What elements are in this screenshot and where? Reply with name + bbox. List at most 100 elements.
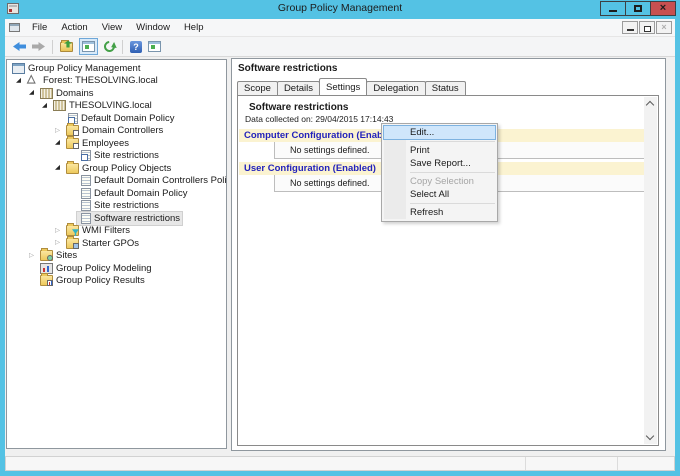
expand-arrow-icon[interactable]: ◢ bbox=[51, 137, 64, 149]
toolbar-separator bbox=[122, 39, 123, 54]
context-menu-item-edit[interactable]: Edit... bbox=[383, 125, 496, 140]
console-tree-icon bbox=[82, 41, 95, 52]
mdi-restore-icon bbox=[643, 23, 653, 32]
tree-item-default-domain-policy[interactable]: Default Domain Policy bbox=[7, 187, 226, 200]
new-window-button[interactable] bbox=[148, 41, 161, 52]
tree-item-site-restrictions[interactable]: Site restrictions bbox=[7, 200, 226, 213]
ou-icon bbox=[66, 135, 79, 149]
collapse-arrow-icon[interactable]: ▷ bbox=[25, 250, 38, 262]
refresh-icon bbox=[101, 38, 118, 55]
tree-item-group-policy-modeling[interactable]: Group Policy Modeling bbox=[7, 262, 226, 275]
mdi-restore-button[interactable] bbox=[639, 21, 655, 34]
context-menu-item-copy-selection: Copy Selection bbox=[410, 176, 474, 187]
tree-item-sites[interactable]: ▷ Sites bbox=[7, 248, 226, 263]
expand-arrow-icon[interactable]: ◢ bbox=[51, 162, 64, 174]
pane-title: Software restrictions bbox=[238, 63, 338, 74]
tree-item-group-policy-management[interactable]: Group Policy Management bbox=[7, 62, 226, 75]
gpo-icon bbox=[81, 187, 91, 199]
window-title: Group Policy Management bbox=[277, 2, 403, 14]
context-menu: Edit... Print Save Report... Copy Select… bbox=[381, 123, 498, 222]
scroll-down-icon[interactable] bbox=[645, 431, 655, 441]
domain-icon bbox=[53, 100, 66, 112]
new-window-icon bbox=[148, 41, 161, 52]
sites-icon bbox=[40, 248, 53, 262]
context-menu-item-save-report[interactable]: Save Report... bbox=[384, 157, 495, 170]
tab-details[interactable]: Details bbox=[276, 81, 320, 95]
context-menu-item-refresh[interactable]: Refresh bbox=[384, 206, 495, 219]
tree-item-group-policy-results[interactable]: Group Policy Results bbox=[7, 273, 226, 288]
expand-arrow-icon[interactable]: ◢ bbox=[38, 100, 51, 112]
collapse-arrow-icon[interactable]: ▷ bbox=[51, 125, 64, 137]
console-icon bbox=[9, 23, 20, 32]
expand-arrow-icon[interactable]: ◢ bbox=[12, 75, 25, 87]
close-button[interactable]: × bbox=[650, 1, 676, 16]
gpo-icon bbox=[81, 200, 91, 212]
help-button[interactable]: ? bbox=[130, 40, 142, 53]
tree-item-wmi-filters[interactable]: ▷ WMI Filters bbox=[7, 223, 226, 238]
help-icon: ? bbox=[130, 40, 142, 53]
menu-file[interactable]: File bbox=[25, 20, 54, 35]
context-menu-item-select-all[interactable]: Select All bbox=[384, 188, 495, 201]
starter-gpos-icon bbox=[66, 235, 79, 249]
vertical-scrollbar[interactable] bbox=[644, 97, 657, 444]
tab-delegation[interactable]: Delegation bbox=[366, 81, 426, 95]
collapse-arrow-icon[interactable]: ▷ bbox=[51, 237, 64, 249]
gpo-folder-icon bbox=[66, 160, 79, 174]
tree-item-domain-controllers[interactable]: ▷ Domain Controllers bbox=[7, 123, 226, 138]
context-menu-separator bbox=[410, 203, 495, 204]
expand-arrow-icon[interactable]: ◢ bbox=[25, 87, 38, 99]
console-tree-toggle-button[interactable] bbox=[79, 38, 98, 55]
tree-item-thesolving-local[interactable]: ◢ THESOLVING.local bbox=[7, 100, 226, 113]
tab-bar: Scope Details Settings Delegation Status bbox=[237, 78, 466, 95]
console-root-icon bbox=[12, 62, 25, 74]
menu-window[interactable]: Window bbox=[129, 20, 177, 35]
tree-item-employees[interactable]: ◢ Employees bbox=[7, 135, 226, 150]
tab-status[interactable]: Status bbox=[424, 81, 466, 95]
menu-help[interactable]: Help bbox=[177, 20, 211, 35]
tree-item-default-domain-controllers-policy[interactable]: Default Domain Controllers Policy bbox=[7, 175, 226, 188]
maximize-icon bbox=[634, 5, 642, 12]
tree-item-site-restrictions-link[interactable]: Site restrictions bbox=[7, 150, 226, 163]
context-menu-item-print[interactable]: Print bbox=[384, 144, 495, 157]
tree-item-group-policy-objects[interactable]: ◢ Group Policy Objects bbox=[7, 160, 226, 175]
tree-item-starter-gpos[interactable]: ▷ Starter GPOs bbox=[7, 235, 226, 250]
scroll-up-icon[interactable] bbox=[645, 100, 655, 110]
details-pane: Software restrictions Scope Details Sett… bbox=[231, 58, 666, 451]
back-icon bbox=[13, 42, 26, 51]
toolbar-separator bbox=[52, 39, 53, 54]
context-menu-separator bbox=[410, 141, 495, 142]
tab-settings[interactable]: Settings bbox=[318, 78, 368, 95]
tree-item-default-domain-policy-link[interactable]: Default Domain Policy bbox=[7, 112, 226, 125]
tree-item-domains[interactable]: ◢ Domains bbox=[7, 87, 226, 100]
menu-view[interactable]: View bbox=[95, 20, 129, 35]
forest-icon bbox=[27, 72, 40, 86]
mdi-close-button[interactable]: × bbox=[656, 21, 672, 34]
gpo-link-icon bbox=[68, 112, 78, 124]
forward-icon bbox=[32, 42, 45, 51]
forward-button[interactable] bbox=[32, 42, 45, 51]
back-button[interactable] bbox=[13, 42, 26, 51]
title-bar: Group Policy Management × bbox=[0, 0, 680, 19]
ou-icon bbox=[66, 123, 79, 137]
gpo-icon bbox=[81, 175, 91, 187]
menu-bar: File Action View Window Help × bbox=[5, 19, 675, 37]
export-list-button[interactable] bbox=[60, 39, 73, 52]
collapse-arrow-icon[interactable]: ▷ bbox=[51, 225, 64, 237]
window-client-area: File Action View Window Help × ? Group P… bbox=[5, 19, 675, 471]
tree-item-software-restrictions[interactable]: Software restrictions bbox=[7, 211, 226, 226]
mdi-minimize-icon bbox=[626, 29, 634, 31]
mdi-minimize-button[interactable] bbox=[622, 21, 638, 34]
main-area: Group Policy Management ◢Forest: THESOLV… bbox=[5, 58, 675, 455]
export-list-icon bbox=[60, 39, 73, 52]
minimize-button[interactable] bbox=[600, 1, 626, 16]
toolbar: ? bbox=[5, 37, 675, 57]
menu-action[interactable]: Action bbox=[54, 20, 94, 35]
wmi-filters-icon bbox=[66, 223, 79, 237]
minimize-icon bbox=[609, 10, 617, 12]
tab-scope[interactable]: Scope bbox=[237, 81, 278, 95]
gpo-icon bbox=[81, 212, 91, 224]
report-title: Software restrictions bbox=[249, 102, 349, 113]
tree-item-forest[interactable]: ◢Forest: THESOLVING.local bbox=[7, 72, 226, 88]
maximize-button[interactable] bbox=[625, 1, 651, 16]
refresh-button[interactable] bbox=[101, 38, 118, 55]
